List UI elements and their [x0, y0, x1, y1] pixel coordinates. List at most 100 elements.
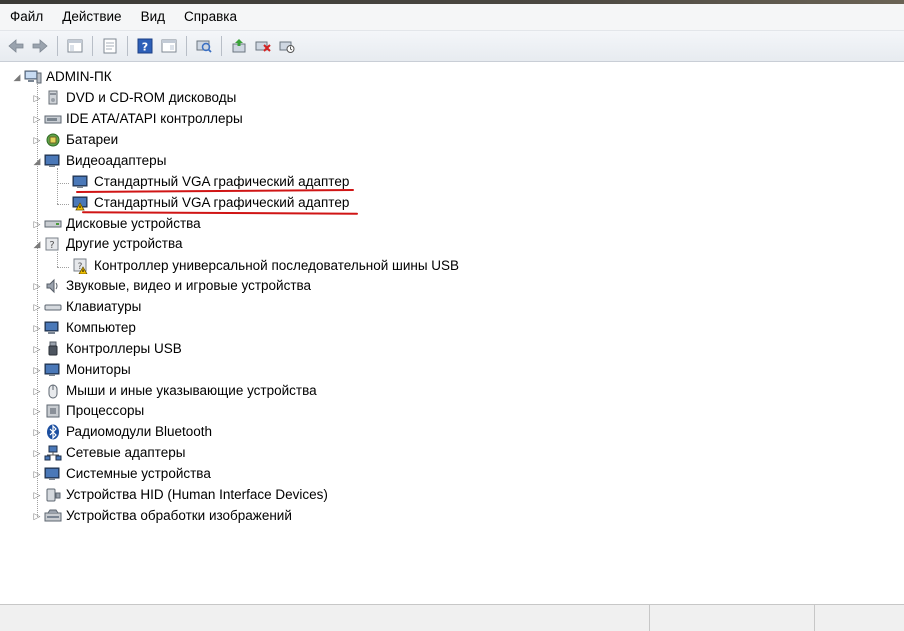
- disk-drive-icon: [44, 216, 62, 232]
- tree-category[interactable]: ▷ Компьютер: [32, 318, 136, 338]
- tree-category[interactable]: ▷ Дисковые устройства: [32, 214, 201, 234]
- tree-category-label: Контроллеры USB: [66, 341, 182, 356]
- tree-category[interactable]: ▷ Клавиатуры: [32, 297, 142, 317]
- expand-arrow-icon[interactable]: ▷: [32, 510, 42, 522]
- tree-category[interactable]: ▷ IDE ATA/ATAPI контроллеры: [32, 109, 243, 129]
- tree-category[interactable]: ▷ Радиомодули Bluetooth: [32, 422, 212, 442]
- expand-arrow-icon[interactable]: ▷: [32, 343, 42, 355]
- toolbar: ?: [0, 30, 904, 62]
- tree-category[interactable]: ◢ ? Другие устройства: [32, 234, 183, 254]
- device-tree: ◢ ADMIN-ПК ▷ DVD и CD-ROM дисководы ▷ ID…: [0, 62, 904, 604]
- menu-action[interactable]: Действие: [52, 4, 130, 30]
- tree-guide-line: [57, 168, 58, 204]
- expand-arrow-icon[interactable]: ▷: [32, 385, 42, 397]
- tree-device[interactable]: Стандартный VGA графический адаптер: [72, 193, 349, 213]
- expand-arrow-icon[interactable]: ▷: [32, 468, 42, 480]
- tree-category-label: IDE ATA/ATAPI контроллеры: [66, 111, 243, 126]
- menu-view[interactable]: Вид: [131, 4, 174, 30]
- mouse-icon: [44, 383, 62, 399]
- toolbar-separator: [92, 36, 93, 56]
- tree-category[interactable]: ▷ Звуковые, видео и игровые устройства: [32, 276, 311, 296]
- status-cell: [0, 605, 650, 631]
- network-adapter-icon: [44, 445, 62, 461]
- collapse-arrow-icon[interactable]: ◢: [32, 238, 42, 250]
- device-manager-window: Файл Действие Вид Справка ? ◢ ADMIN-ПК ▷…: [0, 0, 904, 631]
- status-cell: [815, 605, 904, 631]
- tree-category-label: Мыши и иные указывающие устройства: [66, 383, 317, 398]
- tree-category[interactable]: ▷ Устройства HID (Human Interface Device…: [32, 485, 328, 505]
- collapse-arrow-icon[interactable]: ◢: [32, 155, 42, 167]
- properties-icon[interactable]: [100, 36, 120, 56]
- tree-category[interactable]: ▷ Мыши и иные указывающие устройства: [32, 381, 317, 401]
- disable-device-icon[interactable]: [277, 36, 297, 56]
- tree-category[interactable]: ▷ Устройства обработки изображений: [32, 506, 292, 526]
- system-device-icon: [44, 466, 62, 482]
- tree-category-label: Устройства обработки изображений: [66, 508, 292, 523]
- collapse-arrow-icon[interactable]: ◢: [12, 71, 22, 83]
- speaker-icon: [44, 278, 62, 294]
- tree-category[interactable]: ▷ Сетевые адаптеры: [32, 443, 185, 463]
- tree-guide-line: [57, 267, 69, 268]
- keyboard-icon: [44, 299, 62, 315]
- tree-category-label: Звуковые, видео и игровые устройства: [66, 278, 312, 293]
- forward-arrow-icon[interactable]: [30, 36, 50, 56]
- update-driver-icon[interactable]: [229, 36, 249, 56]
- tree-category-label: Сетевые адаптеры: [66, 445, 186, 460]
- menu-help[interactable]: Справка: [174, 4, 246, 30]
- tree-category[interactable]: ▷ Батареи: [32, 130, 119, 150]
- toolbar-separator: [57, 36, 58, 56]
- monitor-icon: [44, 362, 62, 378]
- display-adapter-warning-icon: [72, 195, 90, 211]
- battery-icon: [44, 132, 62, 148]
- tree-device-label: Контроллер универсальной последовательно…: [94, 258, 460, 273]
- tree-category-label: Дисковые устройства: [66, 216, 201, 231]
- expand-arrow-icon[interactable]: ▷: [32, 92, 42, 104]
- expand-arrow-icon[interactable]: ▷: [32, 218, 42, 230]
- expand-arrow-icon[interactable]: ▷: [32, 322, 42, 334]
- tree-category[interactable]: ▷ DVD и CD-ROM дисководы: [32, 88, 237, 108]
- tree-root-label: ADMIN-ПК: [46, 69, 112, 84]
- tree-category-label: Радиомодули Bluetooth: [66, 424, 213, 439]
- tree-category[interactable]: ▷ Контроллеры USB: [32, 339, 182, 359]
- expand-arrow-icon[interactable]: ▷: [32, 113, 42, 125]
- display-adapter-icon: [44, 153, 62, 169]
- expand-arrow-icon[interactable]: ▷: [32, 405, 42, 417]
- show-hide-tree-icon[interactable]: [65, 36, 85, 56]
- expand-arrow-icon[interactable]: ▷: [32, 301, 42, 313]
- status-cell: [650, 605, 815, 631]
- tree-category[interactable]: ▷ Системные устройства: [32, 464, 211, 484]
- tree-guide-line: [57, 252, 58, 267]
- tree-category[interactable]: ▷ Процессоры: [32, 401, 145, 421]
- usb-icon: [44, 341, 62, 357]
- uninstall-icon[interactable]: [253, 36, 273, 56]
- tree-root[interactable]: ◢ ADMIN-ПК: [12, 67, 112, 87]
- expand-arrow-icon[interactable]: ▷: [32, 489, 42, 501]
- back-arrow-icon[interactable]: [6, 36, 26, 56]
- unknown-device-icon: ?: [44, 236, 62, 252]
- expand-arrow-icon[interactable]: ▷: [32, 364, 42, 376]
- view-icon[interactable]: [159, 36, 179, 56]
- tree-device[interactable]: ? Контроллер универсальной последователь…: [72, 256, 459, 276]
- ide-controller-icon: [44, 111, 62, 127]
- expand-arrow-icon[interactable]: ▷: [32, 447, 42, 459]
- tree-category-label: Клавиатуры: [66, 299, 142, 314]
- tree-category-label: Системные устройства: [66, 466, 211, 481]
- processor-icon: [44, 403, 62, 419]
- scan-hardware-icon[interactable]: [194, 36, 214, 56]
- hid-icon: [44, 487, 62, 503]
- status-bar: [0, 604, 904, 631]
- tree-category-label: Батареи: [66, 132, 119, 147]
- expand-arrow-icon[interactable]: ▷: [32, 426, 42, 438]
- expand-arrow-icon[interactable]: ▷: [32, 134, 42, 146]
- tree-category[interactable]: ▷ Мониторы: [32, 360, 131, 380]
- tree-category-label: Мониторы: [66, 362, 131, 377]
- tree-guide-line: [57, 183, 69, 184]
- tree-category-label: Устройства HID (Human Interface Devices): [66, 487, 328, 502]
- tree-category[interactable]: ◢ Видеоадаптеры: [32, 151, 167, 171]
- menu-file[interactable]: Файл: [0, 4, 52, 30]
- tree-category-label: Процессоры: [66, 403, 145, 418]
- display-adapter-icon: [72, 174, 90, 190]
- help-icon[interactable]: ?: [135, 36, 155, 56]
- expand-arrow-icon[interactable]: ▷: [32, 280, 42, 292]
- toolbar-separator: [221, 36, 222, 56]
